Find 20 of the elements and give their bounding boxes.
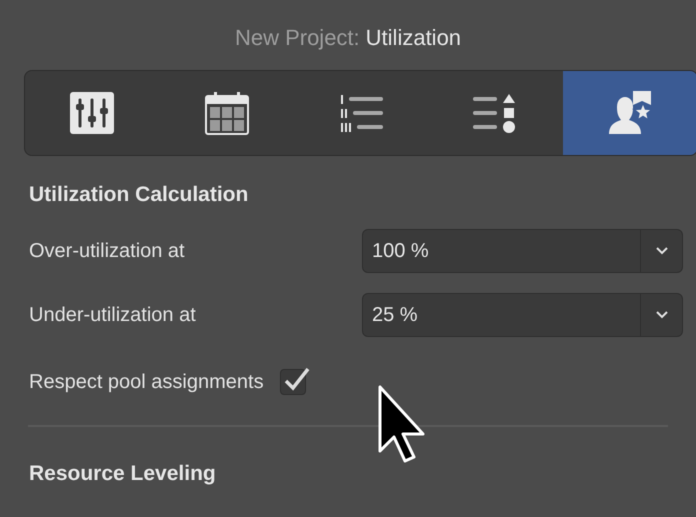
section-heading: Utilization Calculation (29, 182, 248, 208)
field-label: Over-utilization at (29, 239, 186, 263)
dropdown[interactable]: 25 % (362, 293, 683, 337)
sliders-icon (70, 92, 114, 134)
numbered-list-icon (339, 93, 384, 133)
field-label: Respect pool assignments (29, 370, 264, 394)
window-title-prefix: New Project: (234, 24, 360, 52)
chevron-down-icon (656, 247, 668, 255)
mouse-pointer-icon (377, 385, 427, 465)
dropdown-value: 25 % (371, 303, 419, 328)
dropdown[interactable]: 100 % (362, 229, 683, 273)
window-title: Utilization (366, 24, 462, 52)
person-star-icon (606, 91, 653, 135)
chevron-down-icon (656, 311, 668, 319)
shapes-list-icon (473, 93, 518, 133)
field-label: Under-utilization at (29, 303, 197, 327)
tab[interactable] (562, 71, 696, 155)
calendar-icon (204, 91, 249, 135)
section-heading: Resource Leveling (29, 461, 216, 487)
dropdown-value: 100 % (371, 239, 430, 264)
